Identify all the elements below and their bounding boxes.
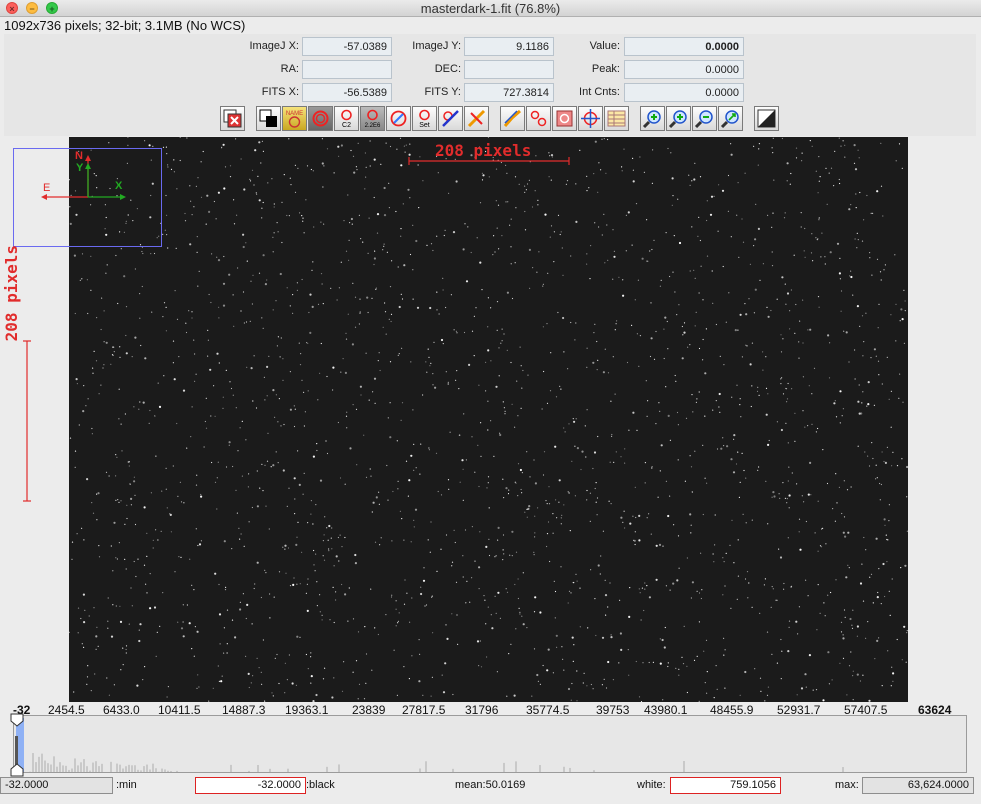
- zoom-in-fit-icon[interactable]: [640, 106, 665, 131]
- title-bar: × − + masterdark-1.fit (76.8%): [0, 0, 981, 17]
- name-aperture-icon[interactable]: NAME: [282, 106, 307, 131]
- y-axis-label: Y: [76, 162, 84, 174]
- max-label: max:: [835, 779, 859, 791]
- display-range-bar: -32.0000 :min -32.0000 :black mean:50.01…: [0, 776, 981, 796]
- c2-aperture-icon[interactable]: C2: [334, 106, 359, 131]
- fits-x-label: FITS X:: [261, 86, 299, 98]
- histogram-bars: [15, 718, 844, 772]
- svg-text:NAME: NAME: [286, 111, 303, 117]
- set-aperture-icon[interactable]: Set: [412, 106, 437, 131]
- ratio-aperture-icon[interactable]: 2.2E6: [360, 106, 385, 131]
- contrast-icon[interactable]: [754, 106, 779, 131]
- peak-field[interactable]: 0.0000: [624, 60, 744, 79]
- black-slider-handle[interactable]: [8, 712, 28, 778]
- align-icon[interactable]: [578, 106, 603, 131]
- clear-multi-icon[interactable]: [552, 106, 577, 131]
- clear-overlay-icon[interactable]: [220, 106, 245, 131]
- info-panel: ImageJ X: -57.0389 ImageJ Y: 9.1186 Valu…: [4, 34, 976, 136]
- vertical-scale-bar: [23, 340, 31, 502]
- dec-label: DEC:: [434, 63, 461, 75]
- value-field[interactable]: 0.0000: [624, 37, 744, 56]
- x-axis-label: X: [115, 180, 123, 192]
- svg-text:Set: Set: [419, 122, 430, 129]
- image-canvas[interactable]: [69, 137, 908, 702]
- star-field: [69, 137, 908, 702]
- black-label: :black: [306, 779, 335, 791]
- east-label: E: [43, 182, 51, 194]
- vertical-scale-label: 208 pixels: [2, 245, 21, 342]
- horizontal-scale-bar: [408, 157, 570, 165]
- ra-label: RA:: [280, 63, 299, 75]
- zoom-in-icon[interactable]: [666, 106, 691, 131]
- invert-icon[interactable]: [256, 106, 281, 131]
- value-label: Value:: [589, 40, 620, 52]
- peak-label: Peak:: [591, 63, 620, 75]
- min-label: :min: [116, 779, 137, 791]
- int-cnts-label: Int Cnts:: [579, 86, 620, 98]
- max-value-field[interactable]: 63,624.0000: [862, 777, 974, 794]
- zoom-fit-icon[interactable]: [718, 106, 743, 131]
- int-cnts-field[interactable]: 0.0000: [624, 83, 744, 102]
- single-aperture-icon[interactable]: [308, 106, 333, 131]
- mean-text: mean:50.0169: [455, 779, 526, 791]
- measure-icon[interactable]: [438, 106, 463, 131]
- table-icon[interactable]: [604, 106, 629, 131]
- clear-apertures-icon[interactable]: [386, 106, 411, 131]
- window-title: masterdark-1.fit (76.8%): [420, 1, 561, 16]
- image-info-text: 1092x736 pixels; 32-bit; 3.1MB (No WCS): [4, 18, 246, 33]
- clear-measure-icon[interactable]: [464, 106, 489, 131]
- white-label: white:: [637, 779, 666, 791]
- north-label: N: [75, 150, 83, 162]
- histogram[interactable]: [13, 715, 967, 773]
- svg-text:C2: C2: [342, 122, 351, 129]
- min-value-field[interactable]: -32.0000: [0, 777, 113, 794]
- white-value-field[interactable]: 759.1056: [670, 777, 781, 794]
- multi-aperture-icon[interactable]: [526, 106, 551, 131]
- compass-arrows: [41, 155, 126, 200]
- zoom-out-icon[interactable]: [692, 106, 717, 131]
- seeing-profile-icon[interactable]: [500, 106, 525, 131]
- black-value-field[interactable]: -32.0000: [195, 777, 306, 794]
- orientation-box: N Y E X: [13, 148, 162, 247]
- imagej-y-label: ImageJ Y:: [412, 40, 461, 52]
- imagej-x-label: ImageJ X:: [249, 40, 299, 52]
- svg-text:2.2E6: 2.2E6: [365, 123, 381, 129]
- fits-y-label: FITS Y:: [424, 86, 461, 98]
